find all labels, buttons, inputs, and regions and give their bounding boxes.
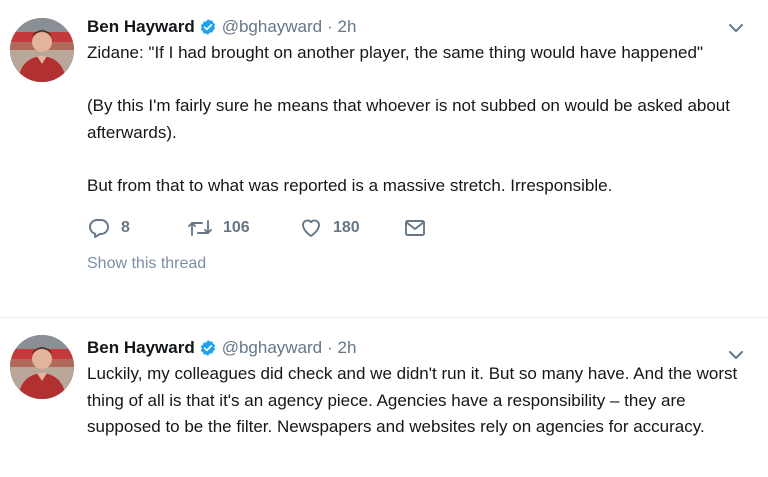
tweet-actions: 8 106 180 [87,215,746,241]
reply-icon [89,219,109,238]
reply-count: 8 [121,219,130,236]
like-button[interactable]: 180 [299,216,403,240]
tweet-paragraph: But from that to what was reported is a … [87,175,613,195]
retweet-button[interactable]: 106 [187,216,299,240]
verified-badge-icon [199,339,217,357]
tweet-text: Zidane: "If I had brought on another pla… [87,40,746,199]
avatar[interactable] [10,18,74,82]
tweet[interactable]: Ben Hayward @bghayward · 2h Zidane: "If … [0,0,768,318]
direct-message-icon [405,220,425,236]
author-name[interactable]: Ben Hayward [87,17,195,37]
author-handle[interactable]: @bghayward [222,338,322,358]
author-handle[interactable]: @bghayward [222,17,322,37]
timestamp[interactable]: · 2h [327,17,356,37]
tweet-paragraph: (By this I'm fairly sure he means that w… [87,96,730,142]
avatar[interactable] [10,335,74,399]
tweet-header: Ben Hayward @bghayward · 2h [87,14,746,40]
show-thread-link[interactable]: Show this thread [87,255,746,273]
direct-message-button[interactable] [403,216,427,240]
tweet[interactable]: Ben Hayward @bghayward · 2h Luckily, my … [0,318,768,477]
reply-button[interactable]: 8 [87,216,187,240]
tweet-paragraph: Luckily, my colleagues did check and we … [87,364,738,436]
like-count: 180 [333,219,360,236]
heart-icon [302,219,320,237]
author-name[interactable]: Ben Hayward [87,338,195,358]
retweet-count: 106 [223,219,250,236]
chevron-down-icon[interactable] [726,345,746,365]
verified-badge-icon [199,18,217,36]
tweet-header: Ben Hayward @bghayward · 2h [87,335,746,361]
tweet-text: Luckily, my colleagues did check and we … [87,361,746,441]
tweet-paragraph: Zidane: "If I had brought on another pla… [87,43,704,62]
timestamp[interactable]: · 2h [327,338,356,358]
chevron-down-icon[interactable] [726,18,746,38]
retweet-icon [188,220,212,236]
